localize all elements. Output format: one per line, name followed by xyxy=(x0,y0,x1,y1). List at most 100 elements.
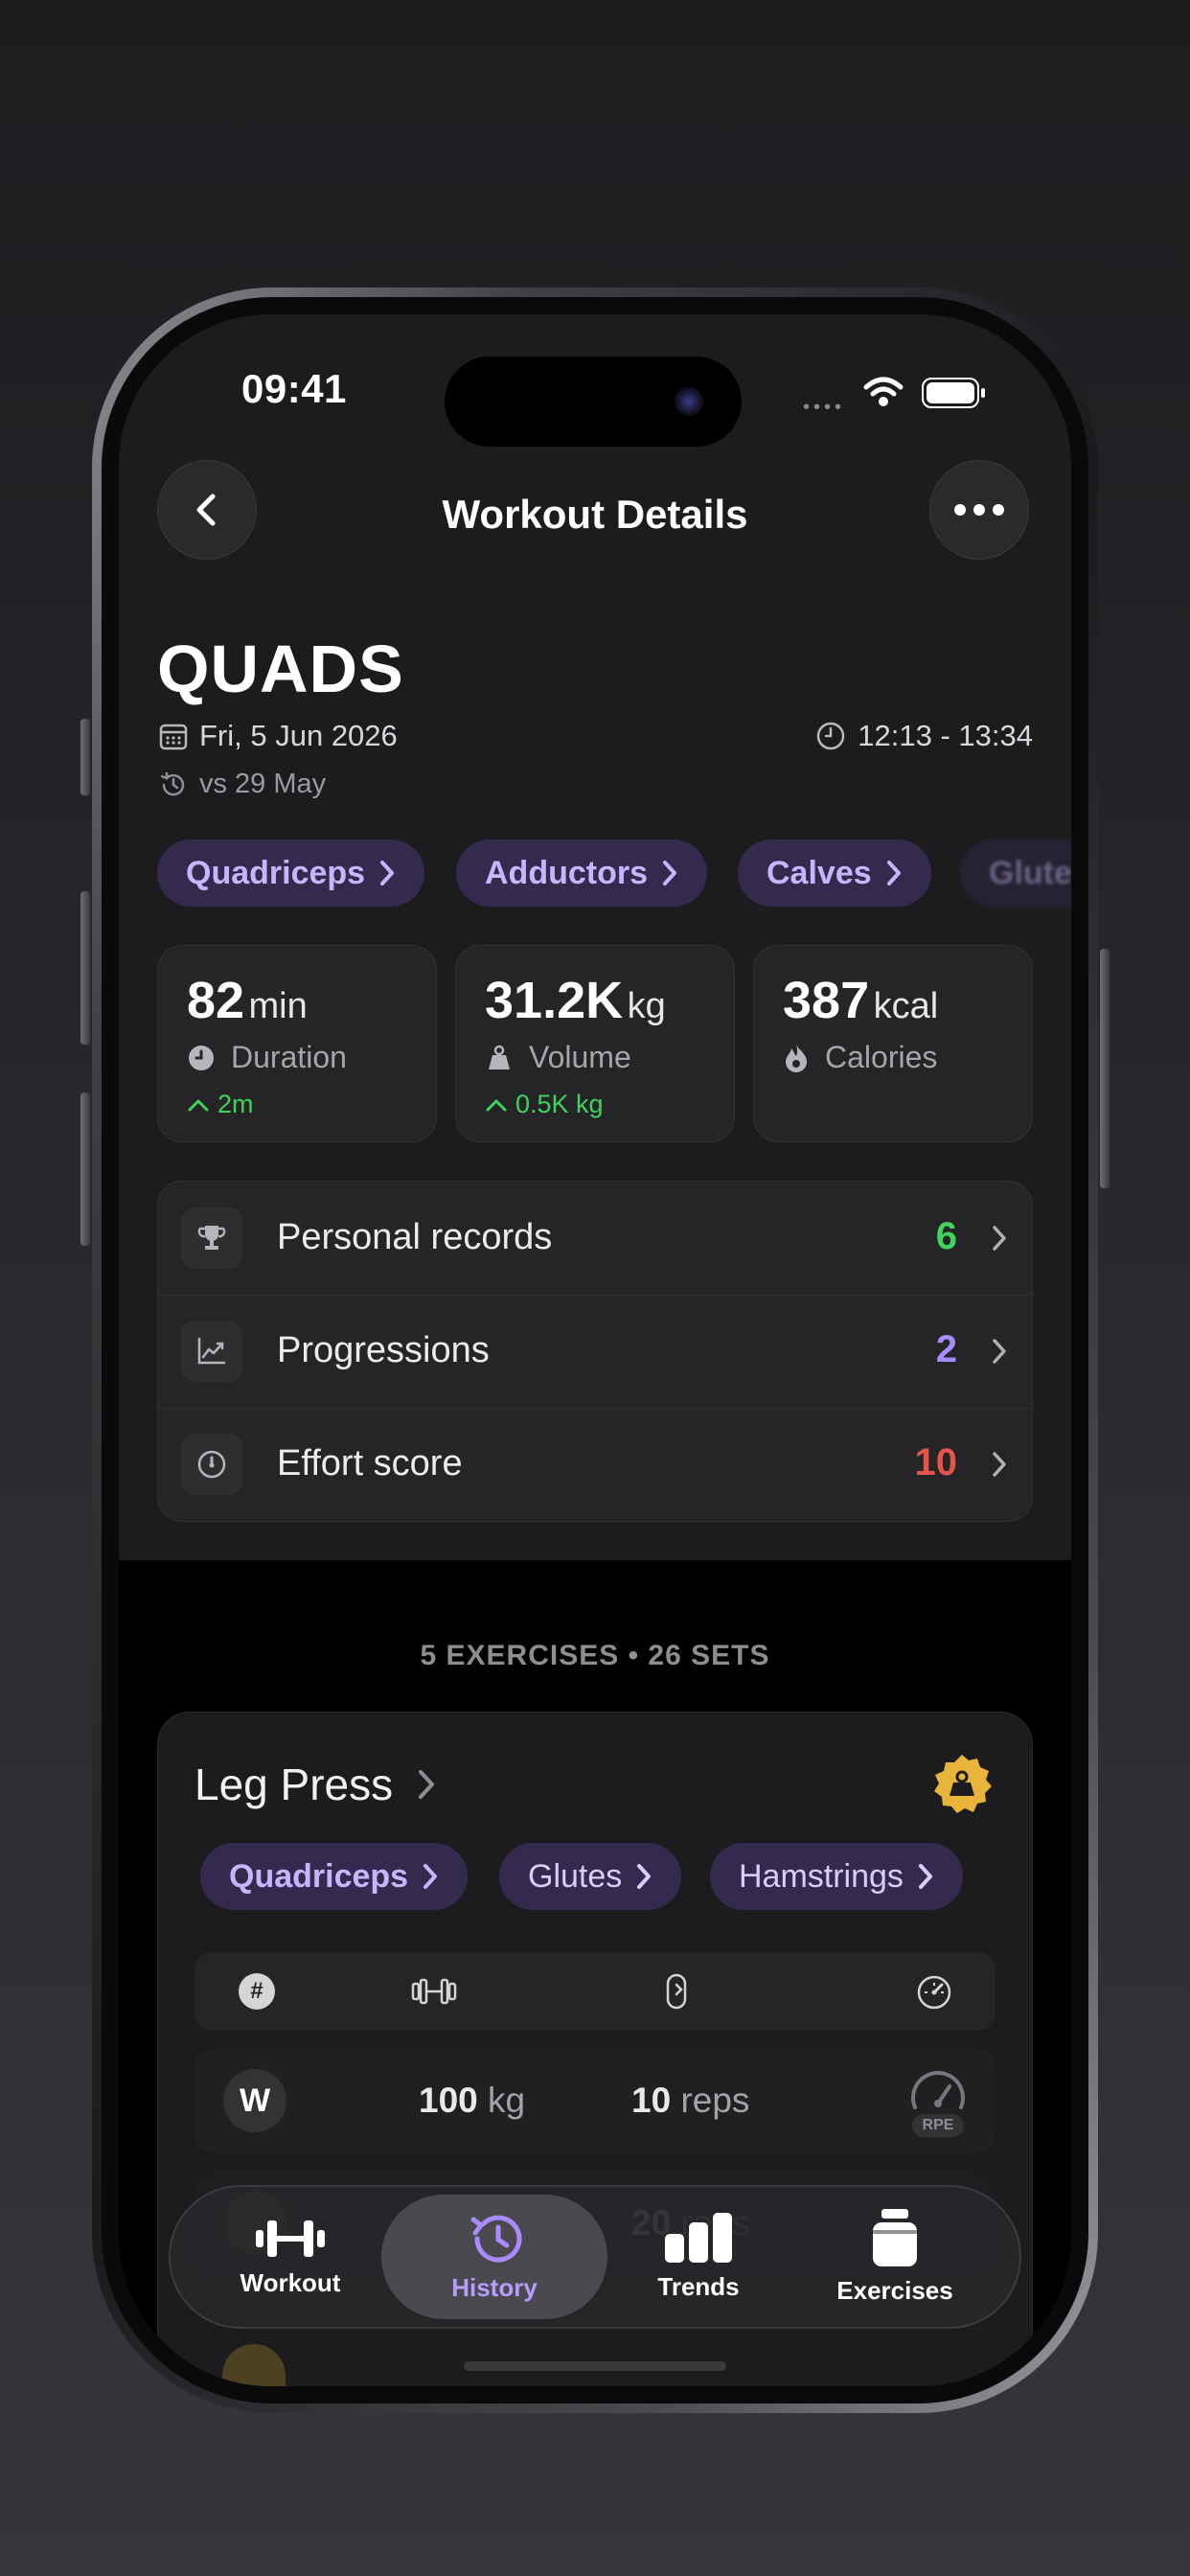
reps-column-icon xyxy=(666,1973,687,2010)
exercises-summary-header: 5 EXERCISES • 26 SETS xyxy=(420,1640,770,1671)
trend-chart-icon xyxy=(181,1321,242,1382)
duration-value: 82 min xyxy=(187,971,308,1030)
duration-unit: min xyxy=(248,986,308,1026)
exercise-chip-glutes[interactable]: Glutes xyxy=(499,1843,682,1910)
chevron-right-icon xyxy=(423,1864,438,1889)
wifi-icon xyxy=(863,377,904,406)
chip-label: Adductors xyxy=(485,854,648,891)
chip-glutes[interactable]: Glute xyxy=(960,840,1071,907)
dumbbell-icon xyxy=(256,2220,325,2257)
exercise-chip-hamstrings[interactable]: Hamstrings xyxy=(710,1843,963,1910)
chip-label: Quadriceps xyxy=(186,854,366,891)
history-icon xyxy=(160,771,185,795)
volume-number: 31.2K xyxy=(485,972,624,1029)
volume-delta: 0.5K kg xyxy=(485,1090,604,1119)
home-indicator xyxy=(464,2361,726,2371)
rpe-gauge[interactable]: RPE xyxy=(907,2065,969,2138)
history-icon xyxy=(470,2215,522,2263)
personal-records-row[interactable]: Personal records 6 xyxy=(158,1182,1032,1296)
set-weight: 100 kg xyxy=(419,2081,525,2121)
stat-card-duration: 82 min Duration 2m xyxy=(157,945,437,1142)
arrow-up-icon xyxy=(486,1099,507,1111)
set-row-warmup[interactable]: W 100 kg 10 reps RPE xyxy=(195,2048,995,2153)
sets-table-header: # xyxy=(195,1952,995,2031)
signal-icon: •••• xyxy=(803,397,846,418)
chevron-right-icon xyxy=(993,1339,1006,1364)
clock-icon xyxy=(817,722,845,750)
chip-label: Glutes xyxy=(528,1857,623,1895)
chip-label: Quadriceps xyxy=(229,1857,409,1895)
clock-icon xyxy=(189,1045,214,1070)
volume-value: 31.2K kg xyxy=(485,971,666,1030)
calories-value: 387 kcal xyxy=(783,971,938,1030)
more-options-button[interactable] xyxy=(929,460,1029,560)
speedometer-icon xyxy=(911,2071,965,2109)
battery-icon xyxy=(922,378,985,408)
effort-score-row[interactable]: Effort score 10 xyxy=(158,1408,1032,1521)
set-weight-value: 100 xyxy=(419,2081,478,2120)
chip-label: Calves xyxy=(767,854,872,891)
action-button xyxy=(80,719,90,795)
personal-records-label: Personal records xyxy=(277,1217,553,1257)
compare-text: vs 29 May xyxy=(199,769,327,799)
stat-card-calories: 387 kcal Calories xyxy=(753,945,1033,1142)
workout-time-range: 12:13 - 13:34 xyxy=(815,719,1033,753)
set-type-badge xyxy=(222,2344,286,2386)
progressions-row[interactable]: Progressions 2 xyxy=(158,1295,1032,1409)
weight-icon xyxy=(489,1045,510,1070)
calories-label: Calories xyxy=(783,1040,937,1075)
volume-down-button xyxy=(80,1092,90,1246)
chevron-right-icon xyxy=(637,1864,652,1889)
exercise-chip-quadriceps[interactable]: Quadriceps xyxy=(200,1843,469,1910)
tab-label: Exercises xyxy=(836,2275,953,2305)
chevron-right-icon xyxy=(993,1226,1006,1251)
compare-link[interactable]: vs 29 May xyxy=(159,769,326,800)
exercise-title-link[interactable]: Leg Press xyxy=(195,1759,437,1810)
time-range-text: 12:13 - 13:34 xyxy=(858,719,1033,752)
chip-adductors[interactable]: Adductors xyxy=(456,840,707,907)
tab-exercises[interactable]: Exercises xyxy=(799,2187,991,2327)
tab-workout[interactable]: Workout xyxy=(209,2187,372,2327)
arrow-up-icon xyxy=(188,1099,209,1111)
calories-unit: kcal xyxy=(873,986,939,1026)
bar-chart-icon xyxy=(665,2212,732,2263)
volume-delta-text: 0.5K kg xyxy=(515,1090,604,1118)
tab-history[interactable]: History xyxy=(381,2195,607,2319)
ellipsis-icon xyxy=(954,504,1004,516)
set-number-column-icon: # xyxy=(239,1973,275,2010)
chip-calves[interactable]: Calves xyxy=(738,840,931,907)
workout-date: Fri, 5 Jun 2026 xyxy=(159,719,398,753)
screen: 09:41 •••• Workout Details QUADS Fri, 5 … xyxy=(119,314,1071,2386)
camera-icon xyxy=(675,387,703,416)
progressions-label: Progressions xyxy=(277,1330,490,1370)
volume-label: Volume xyxy=(485,1040,631,1075)
stat-card-volume: 31.2K kg Volume 0.5K kg xyxy=(455,945,735,1142)
chevron-right-icon xyxy=(918,1864,932,1889)
tab-bar: Workout History Trends Exercises xyxy=(169,2185,1021,2329)
set-reps-unit: reps xyxy=(680,2081,750,2120)
summary-list: Personal records 6 Progressions 2 Effort… xyxy=(157,1181,1033,1522)
duration-label: Duration xyxy=(187,1040,347,1075)
volume-up-button xyxy=(80,891,90,1045)
equipment-badge-icon[interactable] xyxy=(930,1753,994,1816)
duration-delta: 2m xyxy=(187,1090,254,1119)
power-button xyxy=(1100,949,1110,1188)
tab-label: Workout xyxy=(240,2267,341,2297)
chevron-right-icon xyxy=(419,1770,435,1799)
effort-score-value: 10 xyxy=(914,1441,958,1484)
chevron-right-icon xyxy=(886,861,901,886)
flame-icon xyxy=(786,1044,807,1072)
page-title: Workout Details xyxy=(442,492,748,537)
chip-quadriceps[interactable]: Quadriceps xyxy=(157,840,425,907)
tab-trends[interactable]: Trends xyxy=(617,2187,780,2327)
workout-name: QUADS xyxy=(157,632,404,706)
status-time: 09:41 xyxy=(241,366,347,411)
bottle-icon xyxy=(873,2208,917,2266)
dumbbell-column-icon xyxy=(411,1978,457,2005)
chevron-right-icon xyxy=(993,1452,1006,1477)
set-reps-value: 10 xyxy=(631,2081,672,2120)
personal-records-count: 6 xyxy=(935,1215,957,1257)
chevron-right-icon xyxy=(663,861,676,886)
progressions-count: 2 xyxy=(935,1328,957,1370)
duration-number: 82 xyxy=(187,972,245,1029)
